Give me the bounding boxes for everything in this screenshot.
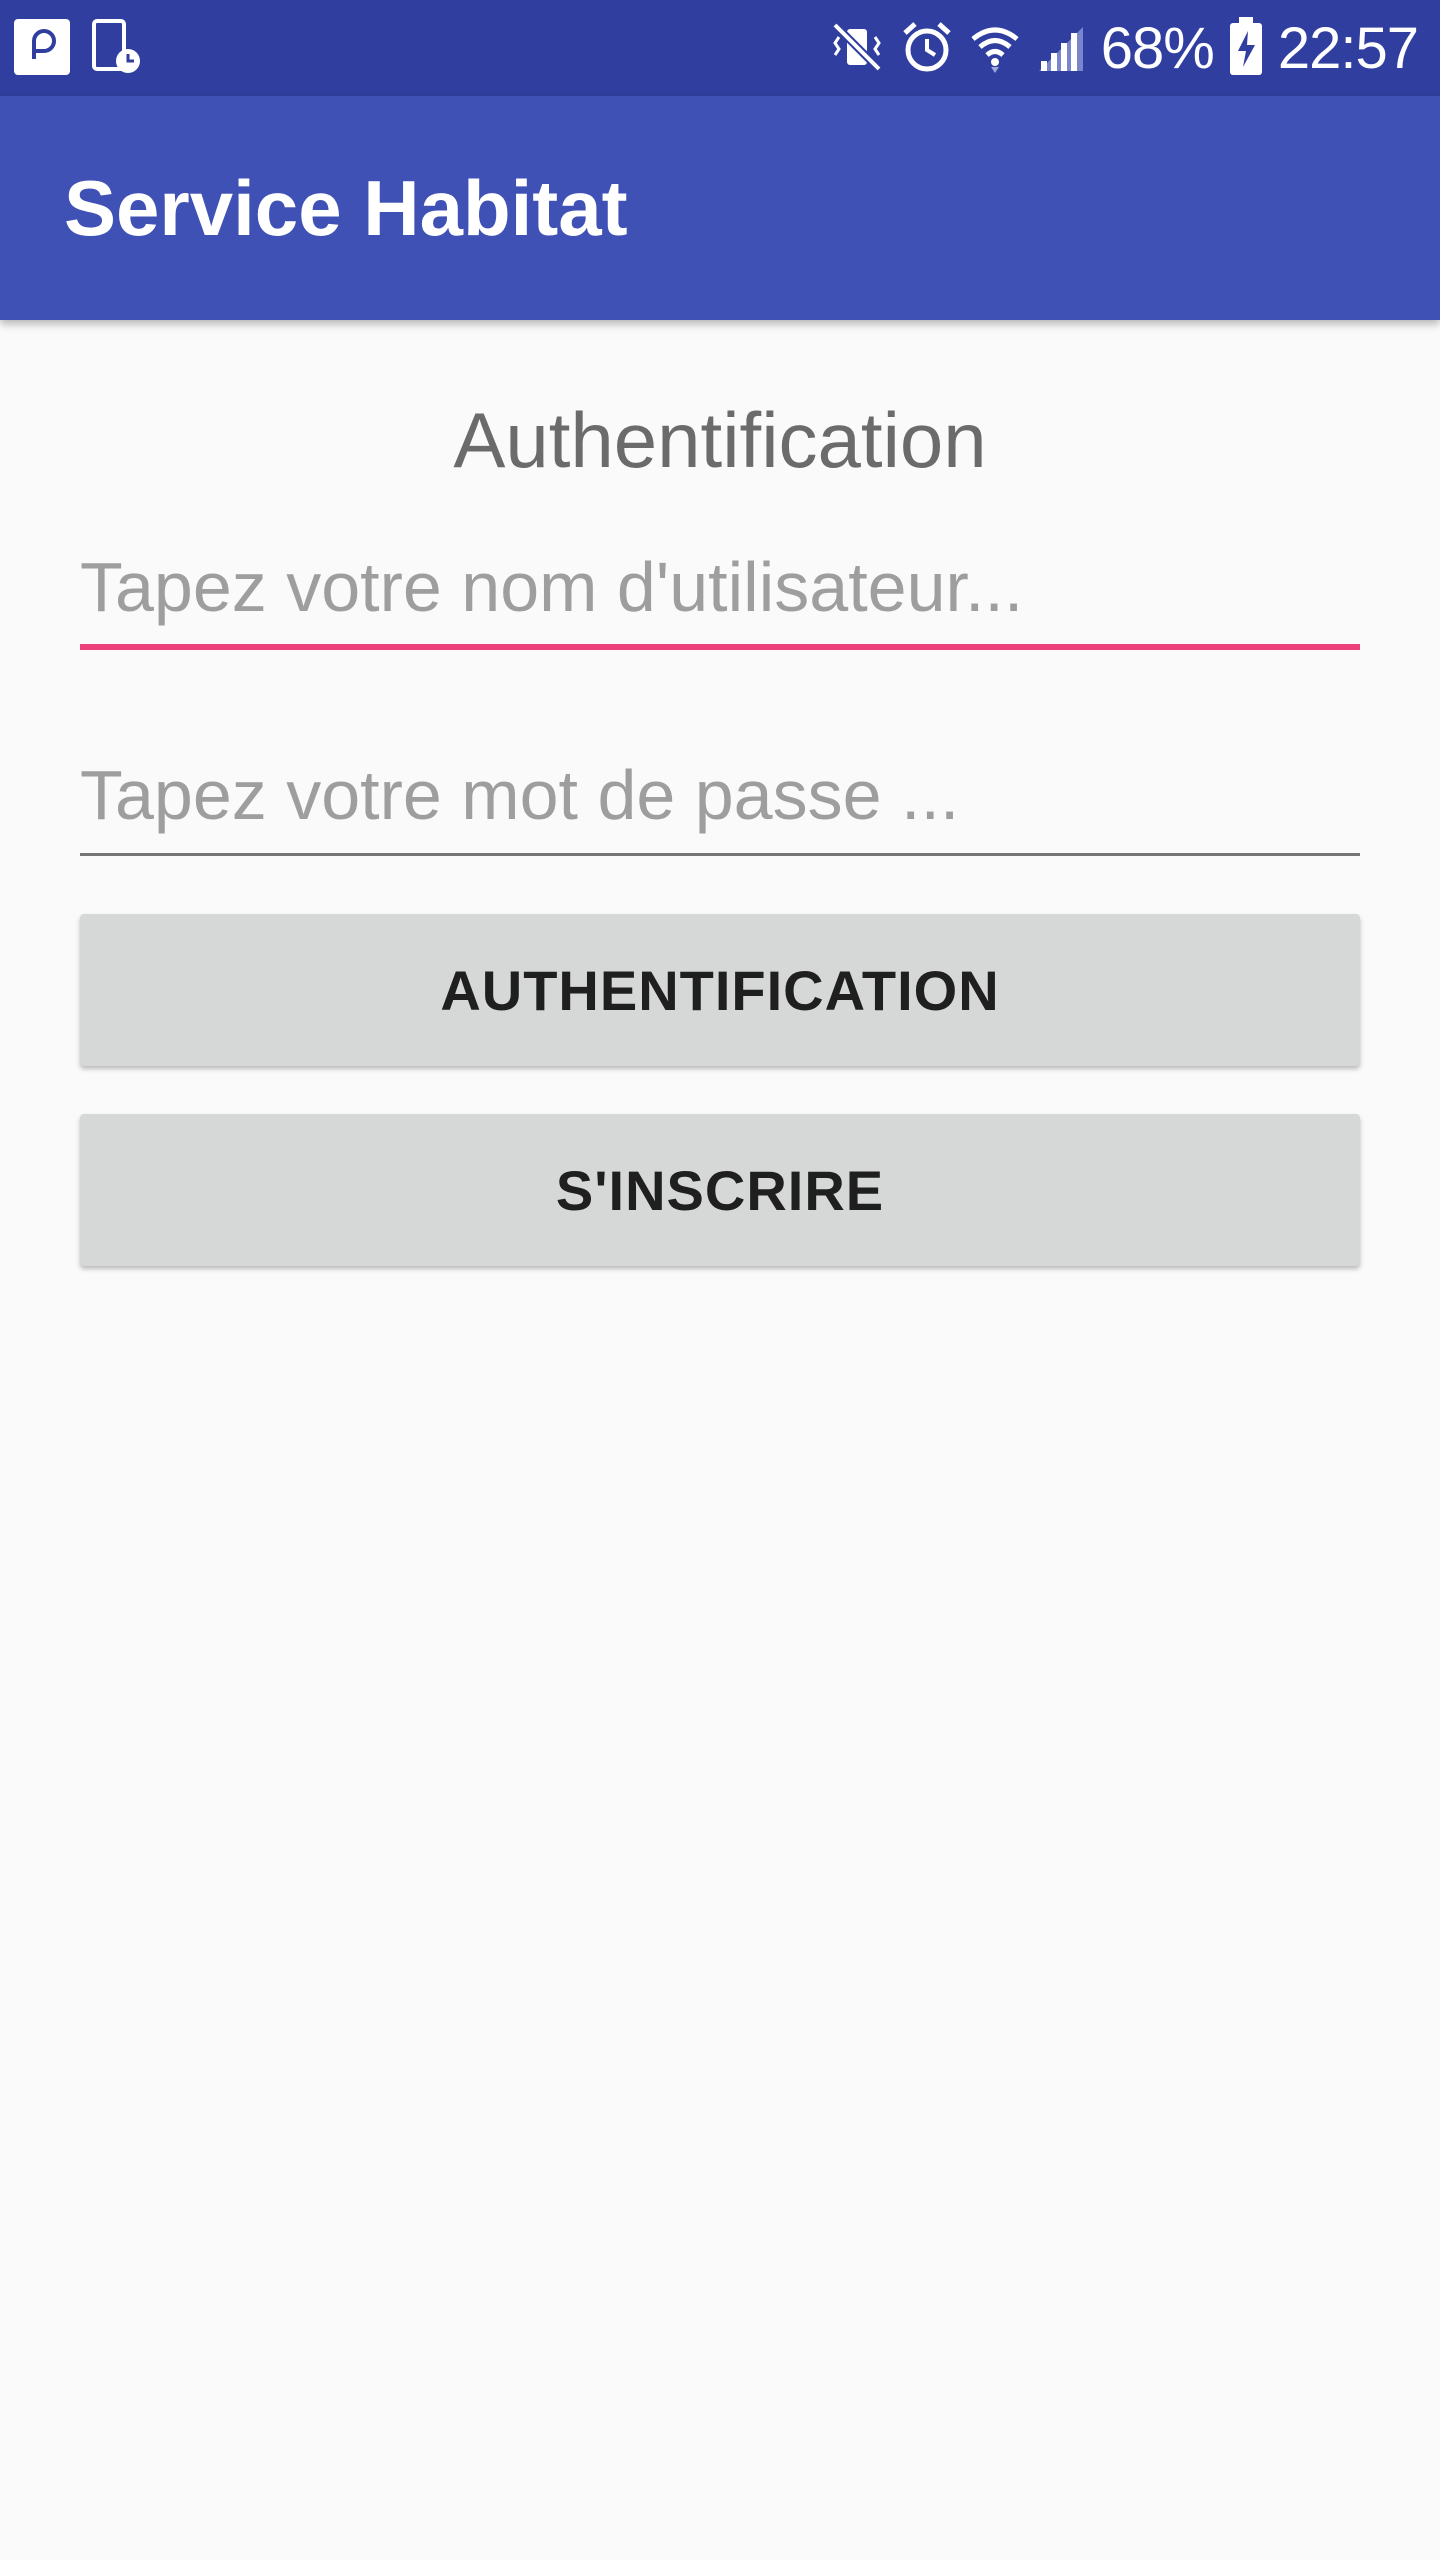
username-input[interactable] — [80, 530, 1360, 650]
login-button[interactable]: AUTHENTIFICATION — [80, 914, 1360, 1066]
mute-vibrate-icon — [829, 19, 885, 80]
battery-charging-icon — [1228, 16, 1264, 82]
status-bar: 68% 22:57 — [0, 0, 1440, 96]
wifi-icon — [969, 19, 1021, 80]
notification-icons — [14, 18, 142, 76]
signup-button[interactable]: S'INSCRIRE — [80, 1114, 1360, 1266]
cellular-signal-icon — [1035, 19, 1087, 80]
battery-percentage: 68% — [1100, 16, 1215, 81]
alarm-icon — [899, 19, 955, 80]
app-notification-icon — [14, 18, 70, 80]
app-title: Service Habitat — [64, 164, 628, 252]
page-title: Authentification — [453, 396, 987, 484]
system-status: 68% 22:57 — [829, 14, 1419, 84]
screenshot-notification-icon — [92, 18, 142, 80]
clock: 22:57 — [1277, 16, 1419, 81]
password-input[interactable] — [80, 736, 1360, 856]
app-bar: Service Habitat — [0, 96, 1440, 320]
